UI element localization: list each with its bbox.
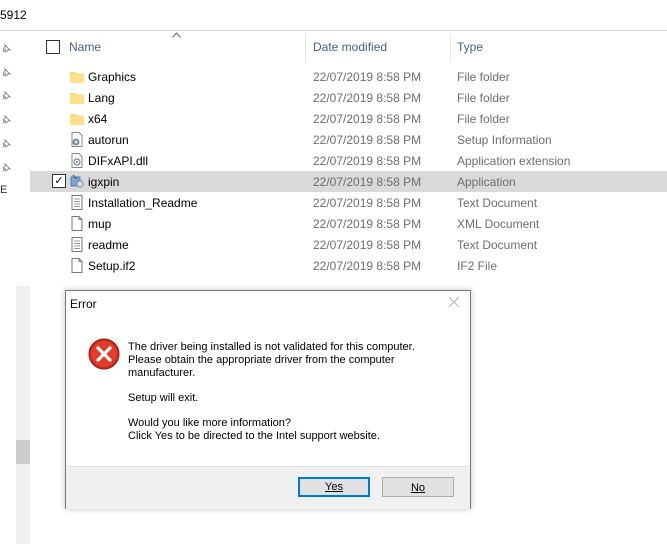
file-date: 22/07/2019 8:58 PM — [313, 70, 422, 84]
file-date: 22/07/2019 8:58 PM — [313, 217, 422, 231]
pin-icon[interactable] — [0, 43, 12, 55]
sort-ascending-icon — [172, 32, 181, 38]
settings-file-icon — [71, 132, 83, 147]
message-line: Setup will exit. — [128, 392, 199, 404]
file-type: Text Document — [457, 196, 538, 210]
no-button[interactable]: No — [382, 477, 454, 497]
file-icon — [71, 258, 83, 273]
address-bar[interactable]: 5912 — [0, 0, 667, 31]
pin-icon[interactable] — [0, 90, 12, 102]
file-type: XML Document — [457, 217, 540, 231]
folder-icon — [70, 93, 84, 104]
close-icon[interactable] — [446, 294, 462, 310]
file-row[interactable]: Lang 22/07/2019 8:58 PM File folder — [30, 87, 667, 108]
column-name-header[interactable]: Name — [69, 40, 101, 54]
file-date: 22/07/2019 8:58 PM — [313, 259, 422, 273]
no-button-label: No — [410, 482, 426, 494]
dialog-message: The driver being installed is not valida… — [128, 341, 458, 443]
message-line: Would you like more information? — [128, 417, 292, 429]
file-date: 22/07/2019 8:58 PM — [313, 154, 422, 168]
file-row[interactable]: ✓ igxpin 22/07/2019 8:58 PM Application — [30, 171, 667, 192]
file-type: Application extension — [457, 154, 571, 168]
message-line: Click Yes to be directed to the Intel su… — [128, 430, 380, 442]
file-type: Setup Information — [457, 133, 552, 147]
file-name: x64 — [88, 112, 108, 126]
select-all-checkbox[interactable] — [46, 40, 60, 54]
file-name: readme — [88, 238, 129, 252]
file-date: 22/07/2019 8:58 PM — [313, 112, 422, 126]
file-name: Installation_Readme — [88, 196, 198, 210]
file-date: 22/07/2019 8:58 PM — [313, 196, 422, 210]
file-name: Setup.if2 — [88, 259, 136, 273]
file-row[interactable]: Setup.if2 22/07/2019 8:58 PM IF2 File — [30, 255, 667, 276]
message-line: The driver being installed is not valida… — [128, 341, 415, 353]
yes-button-label: Yes — [325, 481, 343, 493]
file-type: File folder — [457, 91, 510, 105]
file-name: mup — [88, 217, 112, 231]
file-date: 22/07/2019 8:58 PM — [313, 238, 422, 252]
file-date: 22/07/2019 8:58 PM — [313, 175, 422, 189]
column-type-header[interactable]: Type — [457, 40, 483, 54]
file-row[interactable]: readme 22/07/2019 8:58 PM Text Document — [30, 234, 667, 255]
file-row[interactable]: autorun 22/07/2019 8:58 PM Setup Informa… — [30, 129, 667, 150]
error-icon — [88, 338, 120, 370]
yes-button[interactable]: Yes — [298, 477, 370, 497]
folder-icon — [70, 114, 84, 125]
nav-scrollbar[interactable] — [16, 286, 30, 544]
pin-icon[interactable] — [0, 114, 12, 126]
address-path: 5912 — [0, 8, 27, 22]
column-divider[interactable] — [305, 34, 306, 62]
nav-scrollbar-thumb[interactable] — [16, 440, 30, 464]
file-name: Graphics — [88, 70, 137, 84]
column-header: Name Date modified Type — [30, 30, 667, 64]
text-file-icon — [71, 237, 83, 252]
file-row[interactable]: Graphics 22/07/2019 8:58 PM File folder — [30, 66, 667, 87]
installer-icon — [70, 174, 84, 188]
file-row[interactable]: x64 22/07/2019 8:58 PM File folder — [30, 108, 667, 129]
file-date: 22/07/2019 8:58 PM — [313, 133, 422, 147]
file-row[interactable]: mup 22/07/2019 8:58 PM XML Document — [30, 213, 667, 234]
file-date: 22/07/2019 8:58 PM — [313, 91, 422, 105]
nav-item-label[interactable]: E — [0, 184, 7, 196]
file-name: Lang — [88, 91, 115, 105]
dialog-title: Error — [70, 297, 97, 311]
file-row[interactable]: DIFxAPI.dll 22/07/2019 8:58 PM Applicati… — [30, 150, 667, 171]
file-name: igxpin — [88, 175, 120, 189]
message-line: Please obtain the appropriate driver fro… — [128, 354, 395, 366]
pin-icon[interactable] — [0, 138, 12, 150]
file-icon — [71, 216, 83, 231]
file-name: DIFxAPI.dll — [88, 154, 149, 168]
column-divider[interactable] — [450, 34, 451, 62]
file-type: Text Document — [457, 238, 538, 252]
file-type: IF2 File — [457, 259, 498, 273]
column-date-header[interactable]: Date modified — [313, 40, 387, 54]
file-type: Application — [457, 175, 516, 189]
pin-icon[interactable] — [0, 162, 12, 174]
message-line: manufacturer. — [128, 367, 196, 379]
text-file-icon — [71, 195, 83, 210]
file-type: File folder — [457, 112, 510, 126]
file-type: File folder — [457, 70, 510, 84]
dll-file-icon — [71, 153, 83, 168]
file-row[interactable]: Installation_Readme 22/07/2019 8:58 PM T… — [30, 192, 667, 213]
pin-icon[interactable] — [0, 67, 12, 79]
file-name: autorun — [88, 133, 129, 147]
dialog-button-bar: Yes No — [66, 466, 470, 509]
error-dialog: Error The driver being installed is not … — [65, 290, 471, 509]
folder-icon — [70, 72, 84, 83]
row-checkbox[interactable]: ✓ — [52, 174, 66, 188]
